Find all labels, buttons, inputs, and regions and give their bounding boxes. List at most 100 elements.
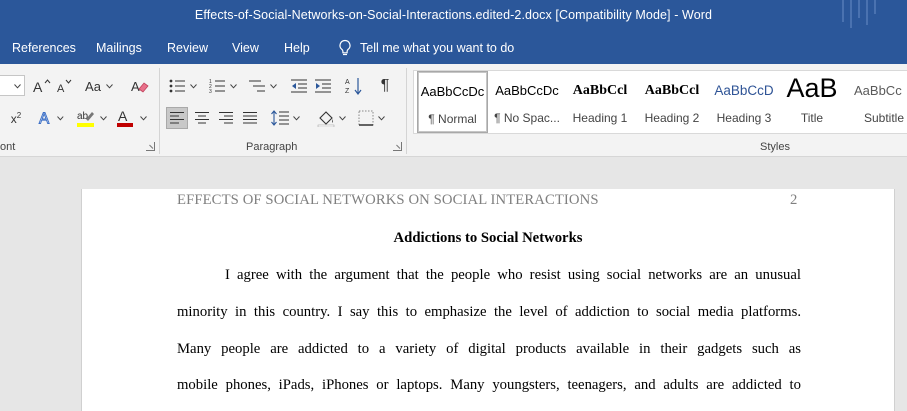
body-line: Many people are addicted to a variety of… [177,341,801,357]
body-line: I agree with the argument that the peopl… [225,267,801,283]
font-dialog-launcher-icon[interactable] [146,142,155,151]
ribbon: A A Aa A x2 A ab A ont 1 2 3 A Z ¶ Parag… [0,64,907,157]
text-effects-icon: A [38,110,50,127]
decrease-indent-button[interactable] [289,76,309,96]
align-left-icon [170,112,184,124]
justify-icon [243,112,257,124]
borders-button[interactable] [354,107,388,129]
style-heading-1[interactable]: AaBbCcl Heading 1 [564,71,636,133]
svg-text:A: A [39,111,50,127]
style-preview: AaBbCcDc [420,84,485,99]
font-color-button[interactable]: A [114,107,148,129]
sort-icon: A Z [345,78,362,95]
paragraph-group-label: Paragraph [246,141,298,153]
group-divider [159,68,160,154]
multilevel-list-icon [249,80,265,92]
body-line: mobile phones, iPads, iPhones or laptops… [177,377,801,393]
pilcrow-icon: ¶ [380,77,390,94]
document-page[interactable]: EFFECTS OF SOCIAL NETWORKS ON SOCIAL INT… [81,189,895,411]
chevron-down-icon [57,115,64,120]
align-center-icon [195,112,209,124]
tab-review[interactable]: Review [167,41,208,55]
group-divider [406,68,407,154]
svg-text:A: A [118,108,128,124]
multilevel-list-button[interactable] [246,76,280,96]
tab-help[interactable]: Help [284,41,310,55]
change-case-button[interactable]: Aa [84,77,114,95]
tell-me-text: Tell me what you want to do [360,41,515,55]
sort-button[interactable]: A Z [344,76,364,96]
svg-text:3: 3 [209,89,212,94]
style-label: Subtitle [864,111,905,125]
style-label: Title [800,111,824,125]
tab-references[interactable]: References [12,41,76,55]
bullets-icon [169,79,185,93]
text-effects-button[interactable]: A [38,108,64,128]
align-left-button[interactable] [166,107,188,129]
superscript-button[interactable]: x2 [8,109,24,127]
ribbon-tabs: References Mailings Review View Help Tel… [0,32,907,64]
svg-text:Z: Z [345,88,350,95]
style-preview: AaB [786,73,838,103]
justify-button[interactable] [240,108,260,128]
styles-group-label: Styles [760,141,790,153]
svg-text:A: A [131,79,140,94]
chevron-down-icon [338,115,346,121]
style-normal[interactable]: AaBbCcDc ¶ Normal [417,71,488,133]
chevron-down-icon [14,84,21,89]
style-label: ¶ Normal [428,112,477,126]
chevron-down-icon [106,83,113,89]
style-preview: AaBbCc [854,83,902,98]
highlight-button[interactable]: ab [74,107,108,129]
paragraph-dialog-launcher-icon[interactable] [393,142,402,151]
style-heading-3[interactable]: AaBbCcD Heading 3 [708,71,780,133]
align-right-button[interactable] [216,108,236,128]
style-preview: AaBbCcDc [495,83,559,98]
shading-button[interactable] [314,107,348,129]
chevron-down-icon [190,83,197,89]
style-heading-2[interactable]: AaBbCcl Heading 2 [636,71,708,133]
paint-bucket-icon [317,111,334,127]
svg-text:A: A [345,79,350,86]
style-preview: AaBbCcl [572,83,628,98]
svg-text:ab: ab [77,111,89,122]
body-line: minority in this country. I say this to … [177,304,801,320]
show-formatting-button[interactable]: ¶ [375,76,395,96]
numbering-button[interactable]: 1 2 3 [206,76,240,96]
tell-me-search[interactable]: Tell me what you want to do [338,39,514,57]
section-heading: Addictions to Social Networks [393,230,583,246]
chevron-down-icon [292,115,300,121]
style-subtitle[interactable]: AaBbCc Subtitle [850,71,907,133]
highlighter-icon: ab [76,111,94,127]
increase-indent-button[interactable] [313,76,333,96]
shrink-font-button[interactable]: A [56,77,74,95]
grow-font-icon: A [33,79,51,94]
bullets-button[interactable] [166,76,200,96]
chevron-down-icon [139,115,147,121]
chevron-down-icon [230,83,237,89]
tab-view[interactable]: View [232,41,259,55]
svg-text:A: A [57,83,65,94]
line-spacing-button[interactable] [268,108,302,128]
tab-mailings[interactable]: Mailings [96,41,142,55]
style-label: Heading 3 [716,111,772,125]
running-head: EFFECTS OF SOCIAL NETWORKS ON SOCIAL INT… [177,192,599,208]
shrink-font-icon: A [57,79,72,94]
style-preview: AaBbCcl [644,83,700,98]
document-area: EFFECTS OF SOCIAL NETWORKS ON SOCIAL INT… [0,157,907,411]
superscript-icon: x2 [10,110,22,126]
clear-formatting-button[interactable]: A [130,77,150,95]
chevron-down-icon [377,115,385,121]
change-case-text: Aa [85,78,101,94]
font-size-box[interactable] [0,75,25,96]
styles-gallery: AaBbCcDc ¶ Normal AaBbCcDc ¶ No Spac... … [413,70,907,134]
borders-icon [358,110,373,126]
align-right-icon [219,112,233,124]
style-title[interactable]: AaB Title [780,71,844,133]
window-title: Effects-of-Social-Networks-on-Social-Int… [194,8,713,22]
style-no-spacing[interactable]: AaBbCcDc ¶ No Spac... [491,71,563,133]
align-center-button[interactable] [192,108,212,128]
grow-font-button[interactable]: A [32,77,52,95]
style-preview: AaBbCcD [714,83,774,98]
title-bar: Effects-of-Social-Networks-on-Social-Int… [0,0,907,32]
